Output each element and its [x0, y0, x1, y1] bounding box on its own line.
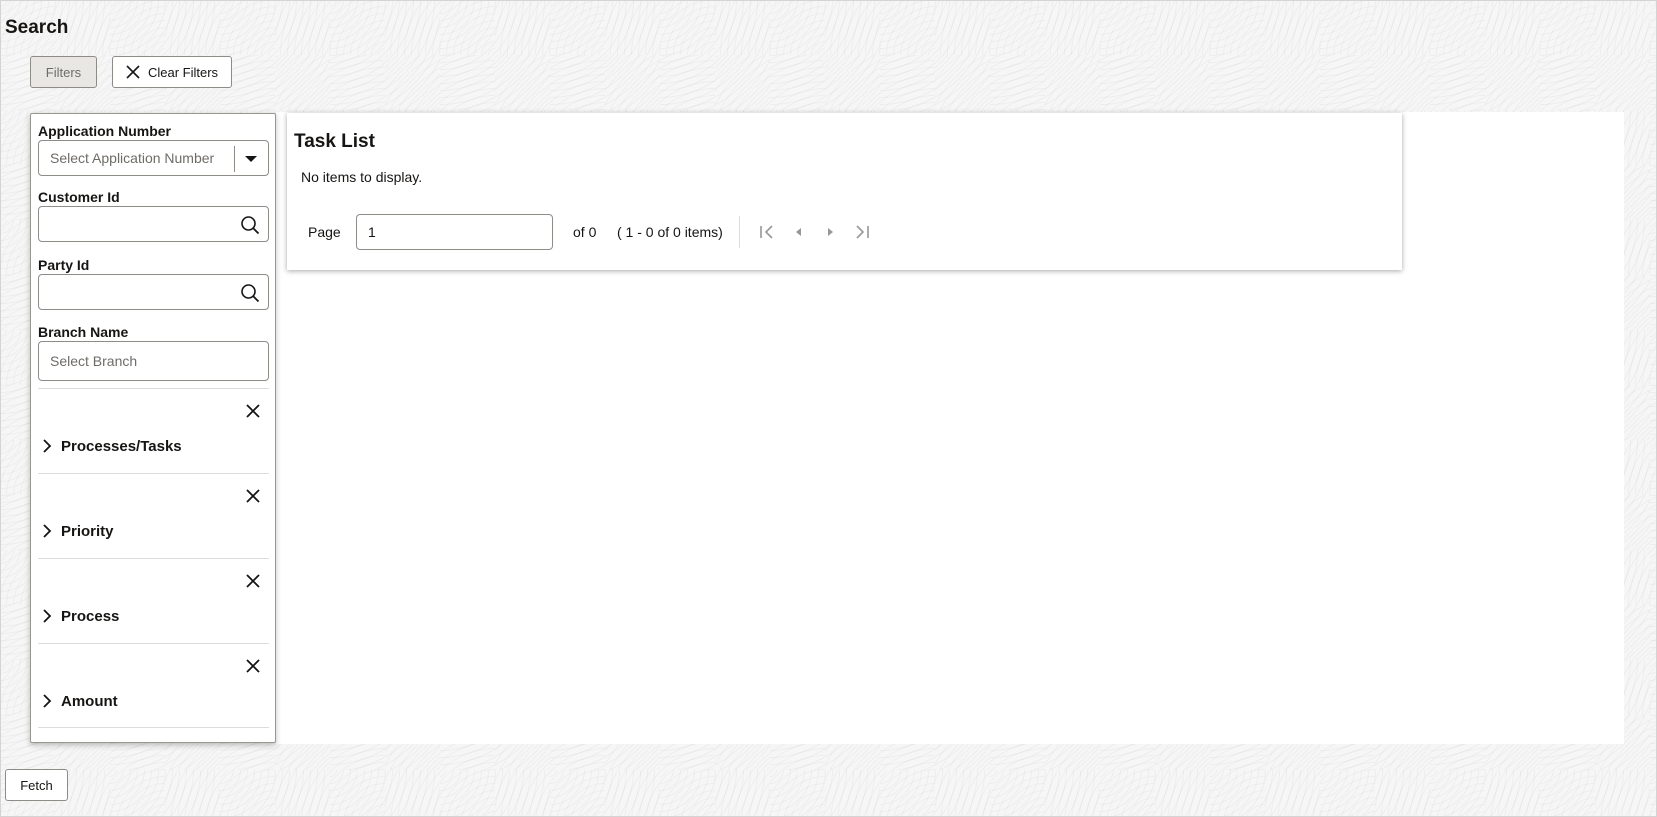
next-page-icon[interactable]	[821, 223, 839, 241]
chevron-right-icon[interactable]	[42, 524, 52, 538]
branch-name-select[interactable]: Select Branch	[38, 341, 269, 381]
filters-button-label: Filters	[45, 64, 82, 80]
task-list-title: Task List	[294, 131, 375, 152]
filter-section-priority: Priority	[38, 473, 269, 558]
customer-id-label: Customer Id	[38, 189, 120, 205]
search-icon[interactable]	[240, 215, 260, 235]
fetch-button[interactable]: Fetch	[5, 769, 68, 801]
select-divider	[234, 146, 235, 172]
page-count-text: of 0	[573, 224, 597, 240]
branch-name-placeholder: Select Branch	[50, 353, 138, 369]
branch-name-label: Branch Name	[38, 324, 129, 340]
chevron-right-icon[interactable]	[42, 609, 52, 623]
section-title[interactable]: Priority	[61, 523, 114, 540]
party-id-field[interactable]	[38, 274, 269, 310]
close-icon[interactable]	[245, 658, 261, 674]
search-icon[interactable]	[240, 283, 260, 303]
filter-panel: Application Number Select Application Nu…	[30, 113, 276, 743]
party-id-label: Party Id	[38, 257, 90, 273]
customer-id-field[interactable]	[38, 206, 269, 242]
application-number-label: Application Number	[38, 123, 172, 139]
caret-down-icon[interactable]	[245, 156, 257, 162]
filter-section-process: Process	[38, 558, 269, 643]
first-page-icon[interactable]	[758, 223, 776, 241]
close-icon	[126, 65, 140, 79]
filters-button[interactable]: Filters	[30, 56, 97, 88]
empty-message: No items to display.	[301, 169, 423, 185]
application-number-select[interactable]: Select Application Number	[38, 140, 269, 176]
clear-filters-label: Clear Filters	[147, 64, 219, 80]
page-title: Search	[5, 17, 69, 38]
last-page-icon[interactable]	[853, 223, 871, 241]
close-icon[interactable]	[245, 403, 261, 419]
filter-section-processes-tasks: Processes/Tasks	[38, 388, 269, 473]
task-list-card: Task List No items to display. Page of 0…	[287, 113, 1402, 270]
pager-divider	[739, 216, 740, 248]
close-icon[interactable]	[245, 573, 261, 589]
filter-section-amount: Amount	[38, 643, 269, 728]
section-title[interactable]: Process	[61, 608, 119, 625]
chevron-right-icon[interactable]	[42, 694, 52, 708]
item-range-text: ( 1 - 0 of 0 items)	[617, 224, 723, 240]
page-number-input[interactable]	[356, 214, 553, 250]
fetch-button-label: Fetch	[20, 777, 53, 793]
page-label: Page	[308, 224, 341, 240]
pagination: Page of 0 ( 1 - 0 of 0 items)	[287, 214, 887, 250]
close-icon[interactable]	[245, 488, 261, 504]
section-title[interactable]: Amount	[61, 693, 118, 710]
section-title[interactable]: Processes/Tasks	[61, 438, 182, 455]
previous-page-icon[interactable]	[790, 223, 808, 241]
clear-filters-button[interactable]: Clear Filters	[112, 56, 232, 88]
application-number-placeholder: Select Application Number	[50, 150, 215, 166]
chevron-right-icon[interactable]	[42, 439, 52, 453]
